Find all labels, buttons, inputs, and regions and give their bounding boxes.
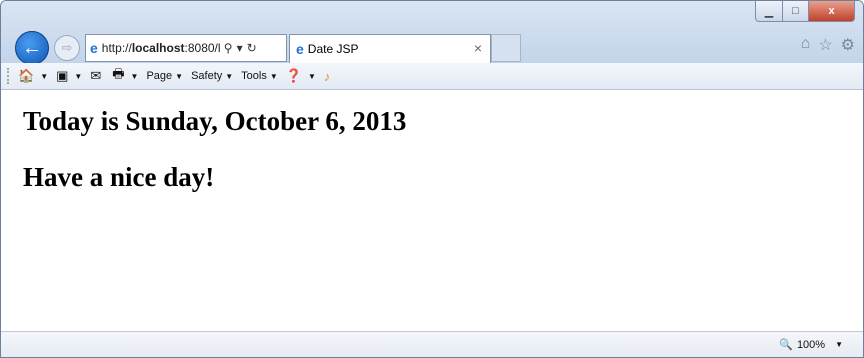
dropdown-icon[interactable]: ▾ [237,41,243,55]
home-icon: 🏠 [18,68,35,83]
zoom-icon: 🔍 [779,339,793,351]
url-host: localhost [131,41,185,55]
zoom-control[interactable]: 🔍 100% ▼ [779,338,843,352]
print-command[interactable]: 🖶 ▼ [112,65,138,87]
rss-feed-icon: ▣ [56,68,69,83]
help-menu[interactable]: ❓ ▼ [286,68,316,84]
address-controls: ⚲ ▾ ↻ [224,41,257,55]
window-controls: ▁ □ x [755,1,855,22]
chevron-down-icon: ▼ [225,71,234,81]
safety-menu-label: Safety [191,70,223,82]
tab-date-jsp[interactable]: e Date JSP × [289,34,491,63]
forward-arrow-icon: ⇨ [61,40,73,55]
page-content: Today is Sunday, October 6, 2013 Have a … [9,90,855,332]
browser-window: ▁ □ x ← ⇨ e http://localhost:8080/l ⚲ ▾ … [0,0,864,358]
home-icon[interactable]: ⌂ [801,35,811,55]
mail-command[interactable]: ✉ [90,68,104,84]
chevron-down-icon: ▼ [74,71,83,81]
tools-menu-label: Tools [241,70,267,82]
maximize-button[interactable]: □ [783,1,809,22]
chevron-down-icon: ▼ [835,340,843,349]
close-button[interactable]: x [809,1,855,22]
ie-tab-icon: e [296,41,304,57]
browser-icons: ⌂ ☆ ⚙ [801,35,855,55]
tab-title: Date JSP [307,42,359,56]
search-icon[interactable]: ⚲ [224,41,233,55]
chevron-down-icon: ▼ [175,71,184,81]
url-rest: :8080/l [184,41,220,55]
forward-button[interactable]: ⇨ [54,35,80,61]
chevron-down-icon: ▼ [307,71,316,81]
research-command[interactable]: ♪ [324,69,334,84]
home-command[interactable]: 🏠 ▼ [18,68,48,84]
safety-menu[interactable]: Safety ▼ [191,70,233,82]
favorites-star-icon[interactable]: ☆ [818,35,832,55]
page-heading-greeting: Have a nice day! [23,162,215,192]
tools-menu[interactable]: Tools ▼ [241,70,278,82]
feeds-command[interactable]: ▣ ▼ [56,68,82,84]
mail-icon: ✉ [90,68,102,83]
address-bar[interactable]: e http://localhost:8080/l ⚲ ▾ ↻ [85,34,287,62]
status-bar: 🔍 100% ▼ [1,331,863,357]
refresh-icon[interactable]: ↻ [247,41,257,55]
ie-logo-icon: e [90,40,98,56]
tab-close-icon[interactable]: × [474,40,482,56]
toolbar-grip [7,68,12,84]
page-menu[interactable]: Page ▼ [146,70,183,82]
back-button[interactable]: ← [15,31,49,65]
settings-gear-icon[interactable]: ⚙ [841,35,855,55]
chevron-down-icon: ▼ [269,71,278,81]
printer-icon: 🖶 [112,66,125,81]
back-arrow-icon: ← [22,36,42,59]
title-bar: ▁ □ x ← ⇨ e http://localhost:8080/l ⚲ ▾ … [1,1,863,65]
new-tab-button[interactable] [491,34,521,62]
url-prefix: http:// [101,41,132,55]
zoom-level: 100% [796,338,826,351]
page-heading-date: Today is Sunday, October 6, 2013 [23,106,407,136]
page-menu-label: Page [146,70,173,82]
chevron-down-icon: ▼ [130,71,139,81]
research-icon: ♪ [323,68,331,84]
minimize-button[interactable]: ▁ [755,1,783,22]
command-bar: 🏠 ▼ ▣ ▼ ✉ 🖶 ▼ Page ▼ Safety ▼ Tools ▼ ❓ ▼ ♪ [1,63,863,90]
chevron-down-icon: ▼ [40,71,49,81]
help-icon: ❓ [285,68,302,83]
address-url[interactable]: http://localhost:8080/l [102,41,220,55]
